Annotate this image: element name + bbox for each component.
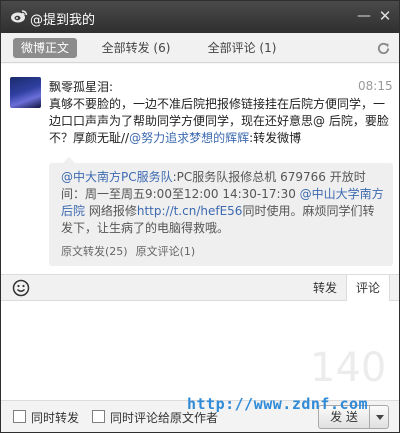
original-text-segment: :PC服务队报修总机 679766 开放时 <box>172 170 366 184</box>
original-comment-link[interactable]: 原文评论(1) <box>136 245 196 258</box>
post-text-segment: 不？厚颜无耻// <box>49 131 130 145</box>
comment-input[interactable]: 140 <box>1 301 399 400</box>
minimize-icon[interactable]: — <box>355 7 373 25</box>
tab-all-comments[interactable]: 全部评论 (1) <box>207 38 277 58</box>
original-repost-link[interactable]: 原文转发(25) <box>61 245 128 258</box>
post-time: 08:15 <box>358 79 393 93</box>
send-options-dropdown[interactable] <box>369 405 389 429</box>
reposted-original: @中大南方PC服务队:PC服务队报修总机 679766 开放时 间：周一至周五9… <box>49 157 393 266</box>
repost-button[interactable]: 转发 <box>305 275 345 301</box>
weibo-window: @提到我的 — ✕ 微博正文 全部转发 (6) 全部评论 (1) 飘零孤星泪: … <box>0 0 400 433</box>
post-text: 真够不要脸的，一边不准后院把报修链接挂在后院方便同学，一 边口口声声为了帮助同学… <box>49 96 393 147</box>
post-text-line: 不？厚颜无耻//@努力追求梦想的辉辉:转发微博 <box>49 130 393 147</box>
post-area: 飘零孤星泪: 08:15 真够不要脸的，一边不准后院把报修链接挂在后院方便同学，… <box>1 64 399 274</box>
also-repost-checkbox[interactable] <box>13 410 26 423</box>
post-text-line: 边口口声声为了帮助同学方便同学，现在还好意思@ 后院，要脸 <box>49 114 389 128</box>
original-text-line: @中大南方PC服务队:PC服务队报修总机 679766 开放时 <box>61 169 387 186</box>
also-comment-author-checkbox[interactable] <box>92 410 105 423</box>
post-username[interactable]: 飘零孤星泪: <box>49 78 113 95</box>
original-text-line: 间：周一至周五9:00至12:00 14:30-17:30 @中山大学南方 <box>61 186 387 203</box>
comment-button[interactable]: 评论 <box>346 275 390 302</box>
watermark: http://www.zdnf.com <box>187 395 369 413</box>
title-bar[interactable]: @提到我的 — ✕ <box>1 1 399 33</box>
original-text: @中大南方PC服务队:PC服务队报修总机 679766 开放时 间：周一至周五9… <box>61 169 387 237</box>
char-counter: 140 <box>310 345 387 391</box>
post-text-segment: :转发微博 <box>249 131 302 145</box>
mention-link[interactable]: @中山大学南方 <box>300 187 384 201</box>
original-text-line: 发下，让生病了的电脑得救哦。 <box>61 221 230 235</box>
tab-bar: 微博正文 全部转发 (6) 全部评论 (1) <box>1 33 399 63</box>
mention-link[interactable]: @努力追求梦想的辉辉 <box>129 131 249 145</box>
mention-link[interactable]: @中大南方PC服务队 <box>61 170 173 184</box>
action-bar: 转发 评论 <box>1 274 399 302</box>
original-text-segment: 同时使用。麻烦同学们转 <box>242 204 375 218</box>
weibo-logo-icon <box>11 10 28 23</box>
avatar[interactable] <box>10 77 41 108</box>
original-text-line: 后院 网络报修http://t.cn/hefE56同时使用。麻烦同学们转 <box>61 203 387 220</box>
emoji-icon[interactable] <box>12 279 30 297</box>
url-link[interactable]: http://t.cn/hefE56 <box>137 204 243 218</box>
also-repost-label[interactable]: 同时转发 <box>31 409 79 426</box>
refresh-icon[interactable] <box>376 41 391 56</box>
close-icon[interactable]: ✕ <box>376 7 394 25</box>
window-title: @提到我的 <box>30 13 96 28</box>
post-text-line: 真够不要脸的，一边不准后院把报修链接挂在后院方便同学，一 <box>49 97 386 111</box>
tab-all-reposts[interactable]: 全部转发 (6) <box>101 38 171 58</box>
tab-weibo-content[interactable]: 微博正文 <box>13 38 77 58</box>
original-text-segment: 网络报修 <box>85 204 137 218</box>
original-stats: 原文转发(25) 原文评论(1) <box>61 243 203 259</box>
original-text-segment: 间：周一至周五9:00至12:00 14:30-17:30 <box>61 187 300 201</box>
mention-link[interactable]: 后院 <box>61 204 85 218</box>
repost-pointer <box>63 157 75 163</box>
